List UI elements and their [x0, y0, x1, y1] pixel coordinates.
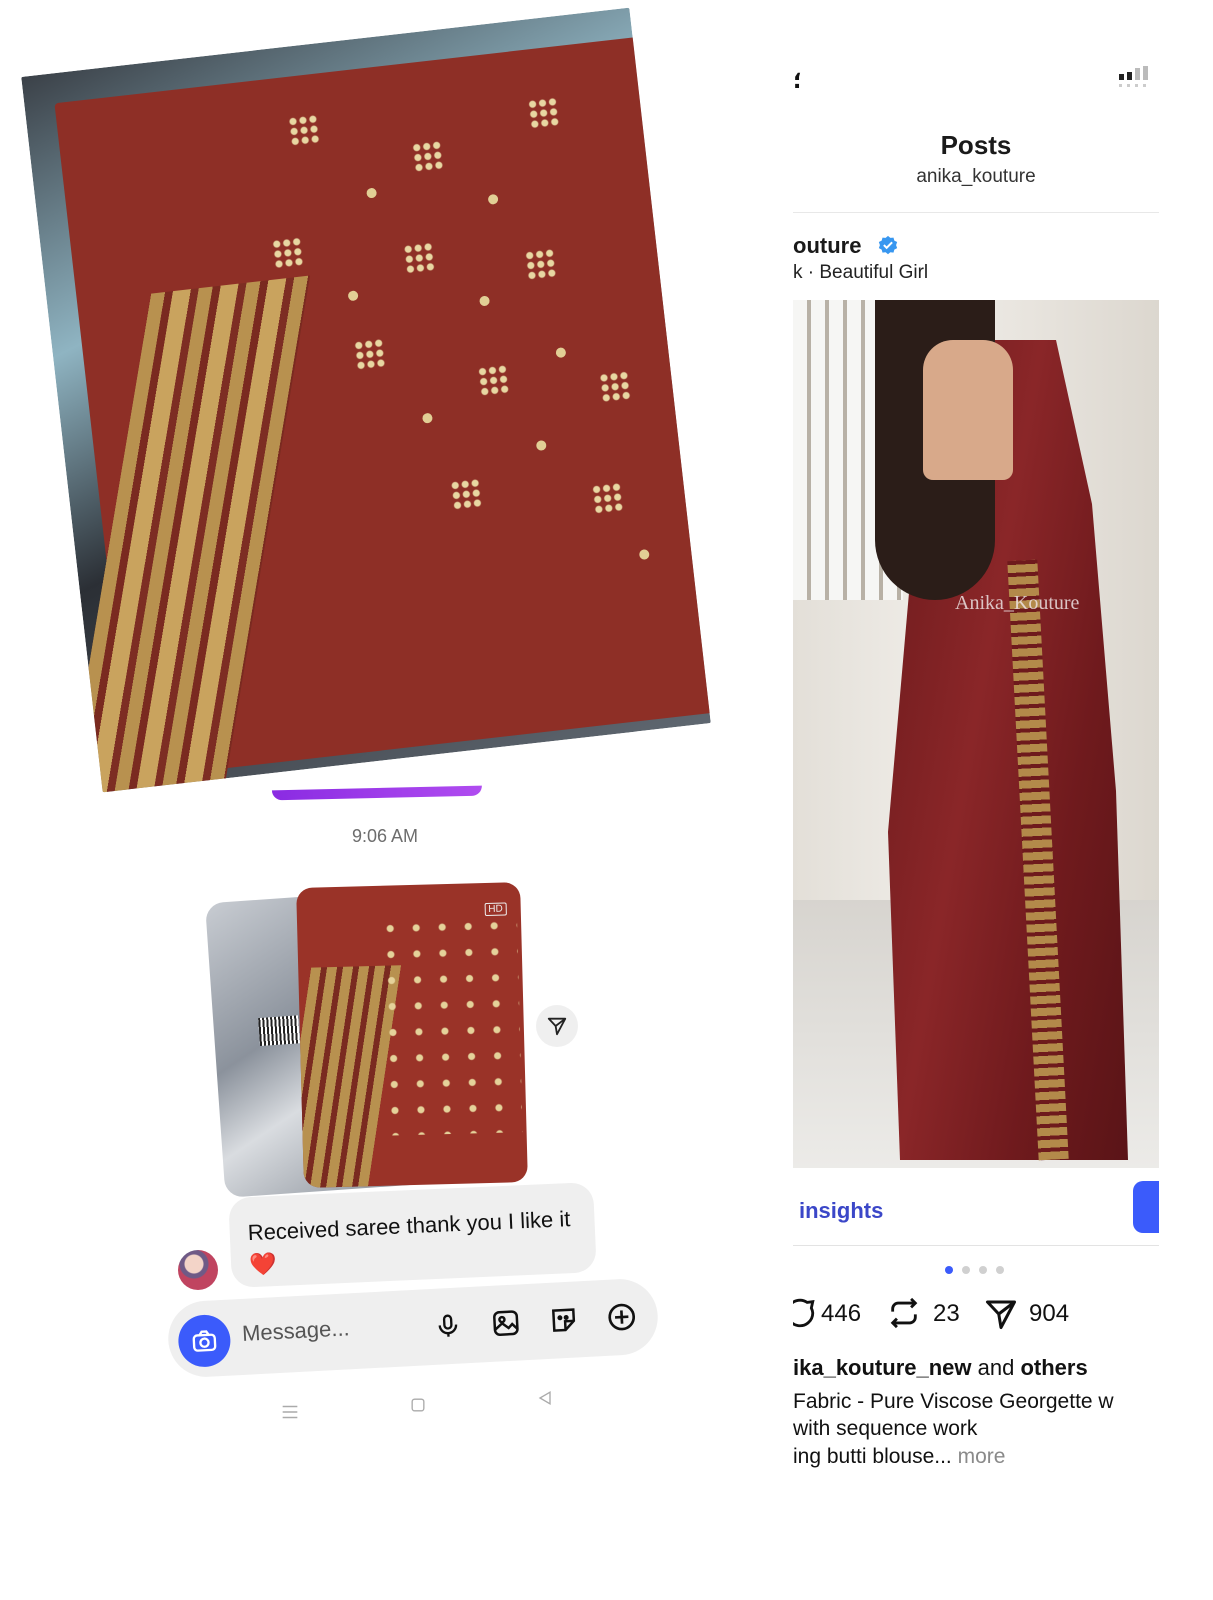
page-subtitle[interactable]: anika_kouture: [793, 166, 1159, 188]
caption-more-link[interactable]: more: [958, 1445, 1006, 1468]
signal-icon: [1119, 66, 1148, 87]
carousel-indicator: [945, 1266, 1015, 1276]
menu-icon: [282, 1405, 298, 1419]
account-name[interactable]: outure: [793, 233, 861, 259]
camera-icon: [192, 1330, 217, 1352]
message-bubble[interactable]: Received saree thank you I like it ❤️: [228, 1182, 597, 1288]
page-title: Posts: [940, 130, 1012, 160]
comment-count: 446: [821, 1300, 862, 1327]
repost-count: 23: [933, 1300, 960, 1327]
share-button[interactable]: [536, 1005, 578, 1047]
recents-nav-button[interactable]: [278, 1400, 302, 1424]
liked-by-and: and: [971, 1355, 1021, 1380]
share-icon[interactable]: [983, 1296, 1019, 1332]
message-composer: Message...: [166, 1277, 660, 1379]
comment-icon[interactable]: [793, 1296, 817, 1330]
post-screen: ؛ Posts anika_kouture outure k · Beautif…: [793, 30, 1159, 1550]
add-icon: [608, 1303, 636, 1331]
sticker-icon: [551, 1308, 576, 1332]
post-image[interactable]: Anika_Kouture: [793, 300, 1159, 1168]
status-bar-time: ؛: [793, 68, 802, 93]
hd-badge: HD: [484, 902, 507, 917]
actions-divider: [793, 1245, 1159, 1246]
liked-by-user[interactable]: ika_kouture_new: [793, 1355, 972, 1380]
barcode-label: [258, 1015, 300, 1047]
caption-line-2: with sequence work: [793, 1417, 978, 1440]
back-icon: [538, 1391, 551, 1405]
repost-icon[interactable]: [887, 1296, 921, 1330]
gallery-button[interactable]: [487, 1304, 525, 1342]
caption-line-3: ing butti blouse... more: [793, 1445, 1005, 1469]
share-icon: [547, 1017, 567, 1036]
sticker-button[interactable]: [545, 1301, 583, 1339]
more-options-button[interactable]: [603, 1298, 641, 1336]
back-nav-button[interactable]: [533, 1386, 557, 1410]
saree-photo: [21, 7, 711, 793]
header-divider: [793, 212, 1159, 213]
voice-button[interactable]: [429, 1307, 467, 1345]
share-count: 904: [1029, 1300, 1070, 1327]
view-insights-link[interactable]: insights: [799, 1198, 883, 1224]
message-accent-bar: [271, 785, 483, 801]
caption-line-3-text: ing butti blouse...: [793, 1445, 958, 1468]
sender-avatar[interactable]: [178, 1250, 218, 1290]
camera-button[interactable]: [177, 1313, 232, 1369]
liked-by-others[interactable]: others: [1020, 1355, 1087, 1380]
image-watermark: Anika_Kouture: [955, 592, 1080, 614]
message-input[interactable]: Message...: [241, 1315, 350, 1347]
message-text: Received saree thank you I like it ❤️: [247, 1206, 571, 1278]
message-timestamp: 9:06 AM: [352, 826, 419, 846]
boost-post-button[interactable]: [1133, 1181, 1159, 1233]
home-icon: [411, 1398, 425, 1412]
gallery-icon: [493, 1310, 519, 1336]
sent-photo-saree[interactable]: HD: [296, 882, 528, 1188]
caption-line-1: Fabric - Pure Viscose Georgette w: [793, 1390, 1114, 1413]
verified-badge-icon: [878, 235, 898, 255]
liked-by-text[interactable]: ika_kouture_new and others: [793, 1355, 1088, 1381]
microphone-icon: [438, 1314, 458, 1337]
post-audio-label[interactable]: k · Beautiful Girl: [793, 262, 928, 284]
home-nav-button[interactable]: [406, 1393, 430, 1417]
